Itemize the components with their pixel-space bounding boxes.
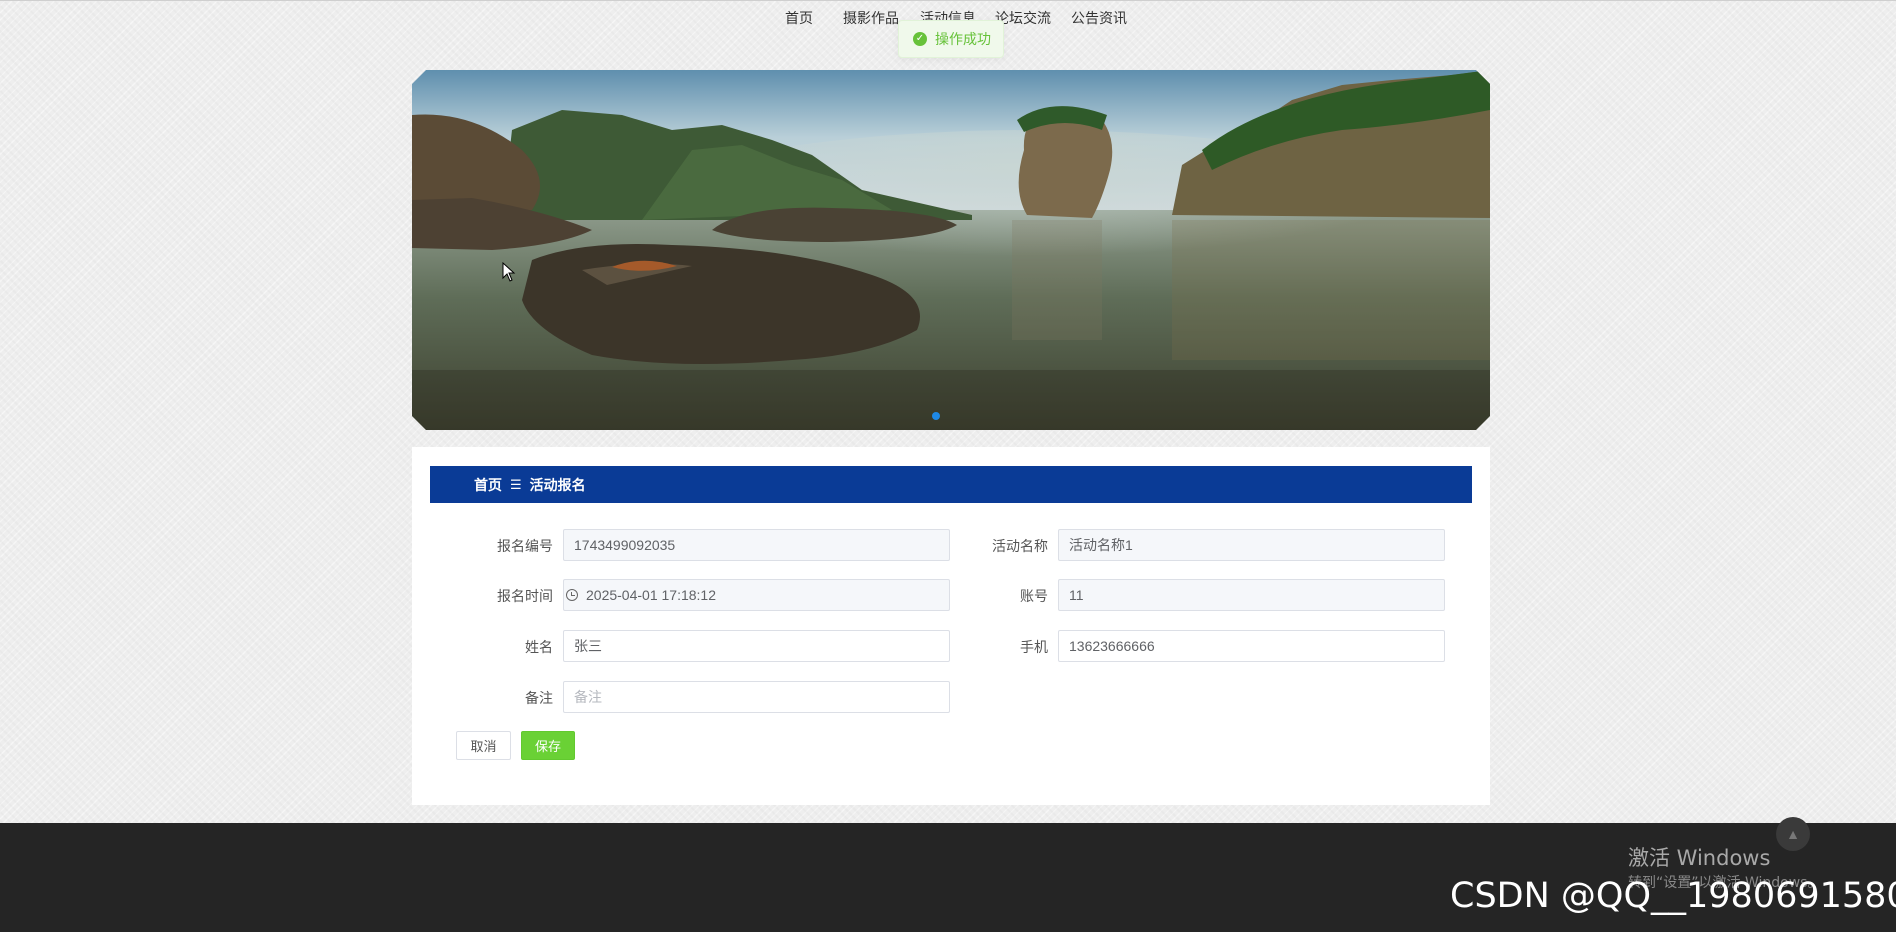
nav-item-home[interactable]: 首页 [785,8,813,28]
phone-label: 手机 [1020,639,1048,655]
success-toast: ✓ 操作成功 [898,20,1004,58]
signup-no-label: 报名编号 [497,538,553,554]
breadcrumb-home[interactable]: 首页 [474,475,502,495]
mouse-cursor-icon [502,262,516,282]
activity-name-label: 活动名称 [992,538,1048,554]
back-to-top-icon[interactable]: ▲ [1776,817,1810,851]
save-button[interactable]: 保存 [521,731,575,760]
remark-label: 备注 [525,690,553,706]
name-label: 姓名 [525,639,553,655]
signup-time-field[interactable] [563,579,950,611]
signup-time-label: 报名时间 [497,588,553,604]
name-field[interactable] [563,630,950,662]
remark-field[interactable] [563,681,950,713]
nav-item-notices[interactable]: 公告资讯 [1071,8,1127,28]
phone-field[interactable] [1058,630,1445,662]
account-label: 账号 [1020,588,1048,604]
windows-activation-title: 激活 Windows [1628,846,1771,870]
breadcrumb: 首页 ☰ 活动报名 [430,466,1472,503]
activity-name-field[interactable] [1058,529,1445,561]
banner-image [412,70,1490,430]
cancel-button[interactable]: 取消 [456,731,511,760]
signup-no-field[interactable] [563,529,950,561]
breadcrumb-separator-icon: ☰ [510,476,522,492]
nav-item-photography[interactable]: 摄影作品 [843,8,899,28]
clock-icon [566,589,578,601]
toast-message: 操作成功 [935,31,991,47]
csdn-watermark: CSDN @QQ__1980691580 [1450,876,1896,916]
account-field[interactable] [1058,579,1445,611]
carousel-dot[interactable] [932,412,940,420]
breadcrumb-current: 活动报名 [529,476,586,493]
check-circle-icon: ✓ [913,32,927,46]
